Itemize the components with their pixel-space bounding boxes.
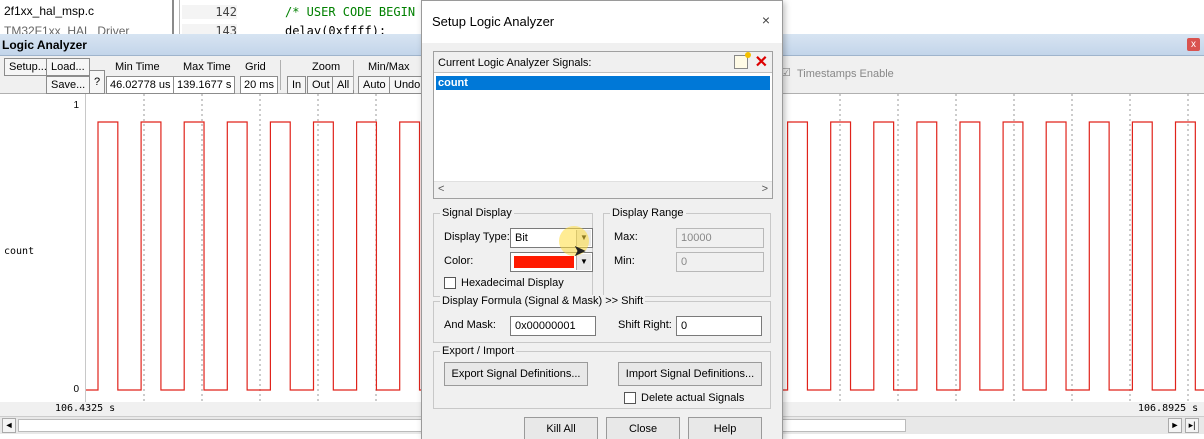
range-min-label: Min:: [614, 255, 635, 267]
zoom-in-button[interactable]: In: [287, 76, 307, 94]
max-time-value: 139.1677 s: [173, 76, 236, 94]
delete-signals-label: Delete actual Signals: [641, 392, 745, 404]
range-min-input[interactable]: 0: [676, 252, 764, 272]
display-type-label: Display Type:: [444, 231, 510, 243]
and-mask-input[interactable]: 0x00000001: [510, 316, 596, 336]
and-mask-label: And Mask:: [444, 319, 496, 331]
time-end-label: 106.8925 s: [1138, 403, 1199, 414]
code-line[interactable]: delay(0xffff);: [285, 24, 386, 34]
help-button[interactable]: ?: [89, 70, 106, 94]
shift-right-label: Shift Right:: [618, 319, 672, 331]
minmax-undo-button[interactable]: Undo: [389, 76, 426, 94]
dialog-body: Current Logic Analyzer Signals: ✕ count …: [422, 43, 782, 439]
y-min-label: 0: [73, 384, 79, 395]
file-item-msp[interactable]: 2f1xx_hal_msp.c: [4, 4, 94, 18]
toolbar-separator: [353, 60, 354, 90]
scroll-right-icon[interactable]: ►: [1168, 418, 1182, 433]
display-formula-group: Display Formula (Signal & Mask) >> Shift…: [433, 295, 771, 343]
zoom-out-button[interactable]: Out: [307, 76, 335, 94]
range-max-input[interactable]: 10000: [676, 228, 764, 248]
display-type-value: Bit: [515, 232, 528, 244]
signal-name-count[interactable]: count: [4, 246, 34, 257]
timestamps-label: Timestamps Enable: [797, 68, 894, 80]
dialog-title: Setup Logic Analyzer: [432, 14, 555, 29]
display-range-legend: Display Range: [610, 207, 686, 219]
signals-list-box: Current Logic Analyzer Signals: ✕ count …: [433, 51, 773, 199]
zoom-all-button[interactable]: All: [332, 76, 355, 94]
toolbar-separator: [280, 60, 281, 90]
color-swatch: [514, 256, 574, 268]
display-formula-legend: Display Formula (Signal & Mask) >> Shift: [440, 295, 646, 307]
delete-signals-checkbox[interactable]: [624, 392, 636, 404]
line-number: 143: [182, 24, 237, 34]
setup-button[interactable]: Setup...: [4, 58, 52, 76]
help-button[interactable]: Help: [688, 417, 762, 439]
signal-names-pane: 1 count 0: [0, 94, 86, 402]
time-start-label: 106.4325 s: [55, 403, 116, 414]
shift-right-input[interactable]: 0: [676, 316, 762, 336]
chevron-right-icon[interactable]: >: [762, 183, 768, 195]
signals-list-scrollbar[interactable]: < >: [434, 181, 772, 198]
code-line[interactable]: /* USER CODE BEGIN: [285, 5, 415, 19]
hexadecimal-label: Hexadecimal Display: [461, 277, 564, 289]
minmax-auto-button[interactable]: Auto: [358, 76, 391, 94]
scroll-left-icon[interactable]: ◄: [2, 418, 16, 433]
splitter[interactable]: [172, 0, 180, 34]
signal-list-item[interactable]: count: [436, 76, 770, 90]
setup-logic-analyzer-dialog: Setup Logic Analyzer × Current Logic Ana…: [421, 0, 783, 439]
max-time-label: Max Time: [183, 61, 231, 73]
import-signal-definitions-button[interactable]: Import Signal Definitions...: [618, 362, 762, 386]
minmax-label: Min/Max: [368, 61, 410, 73]
min-time-value: 46.02778 us: [106, 76, 175, 94]
logic-analyzer-title: Logic Analyzer: [2, 38, 87, 52]
export-import-legend: Export / Import: [440, 345, 517, 357]
min-time-label: Min Time: [115, 61, 160, 73]
close-button[interactable]: Close: [606, 417, 680, 439]
delete-signal-icon[interactable]: ✕: [755, 52, 768, 72]
export-import-group: Export / Import Export Signal Definition…: [433, 345, 771, 409]
mouse-cursor-icon: ➤: [573, 243, 587, 260]
y-max-label: 1: [73, 100, 79, 111]
new-signal-icon[interactable]: [734, 52, 751, 69]
scroll-end-icon[interactable]: ▸|: [1185, 418, 1199, 433]
line-number: 142: [182, 5, 237, 19]
save-button[interactable]: Save...: [46, 76, 91, 94]
display-range-group: Display Range Max: 10000 Min: 0: [603, 207, 771, 297]
zoom-label: Zoom: [312, 61, 341, 73]
grid-label: Grid: [245, 61, 266, 73]
chevron-left-icon[interactable]: <: [438, 183, 444, 195]
signals-list-label: Current Logic Analyzer Signals:: [438, 57, 592, 69]
project-file-tree: 2f1xx_hal_msp.c TM32F1xx_HAL_Driver: [0, 0, 170, 38]
hexadecimal-checkbox[interactable]: [444, 277, 456, 289]
close-icon[interactable]: x: [1187, 38, 1200, 51]
range-max-label: Max:: [614, 231, 638, 243]
color-label: Color:: [444, 255, 474, 267]
kill-all-button[interactable]: Kill All: [524, 417, 598, 439]
signals-list-header: Current Logic Analyzer Signals: ✕: [434, 52, 772, 73]
export-signal-definitions-button[interactable]: Export Signal Definitions...: [444, 362, 588, 386]
signal-display-legend: Signal Display: [440, 207, 514, 219]
close-icon[interactable]: ×: [762, 12, 770, 28]
load-button[interactable]: Load...: [46, 58, 90, 76]
grid-value: 20 ms: [240, 76, 278, 94]
